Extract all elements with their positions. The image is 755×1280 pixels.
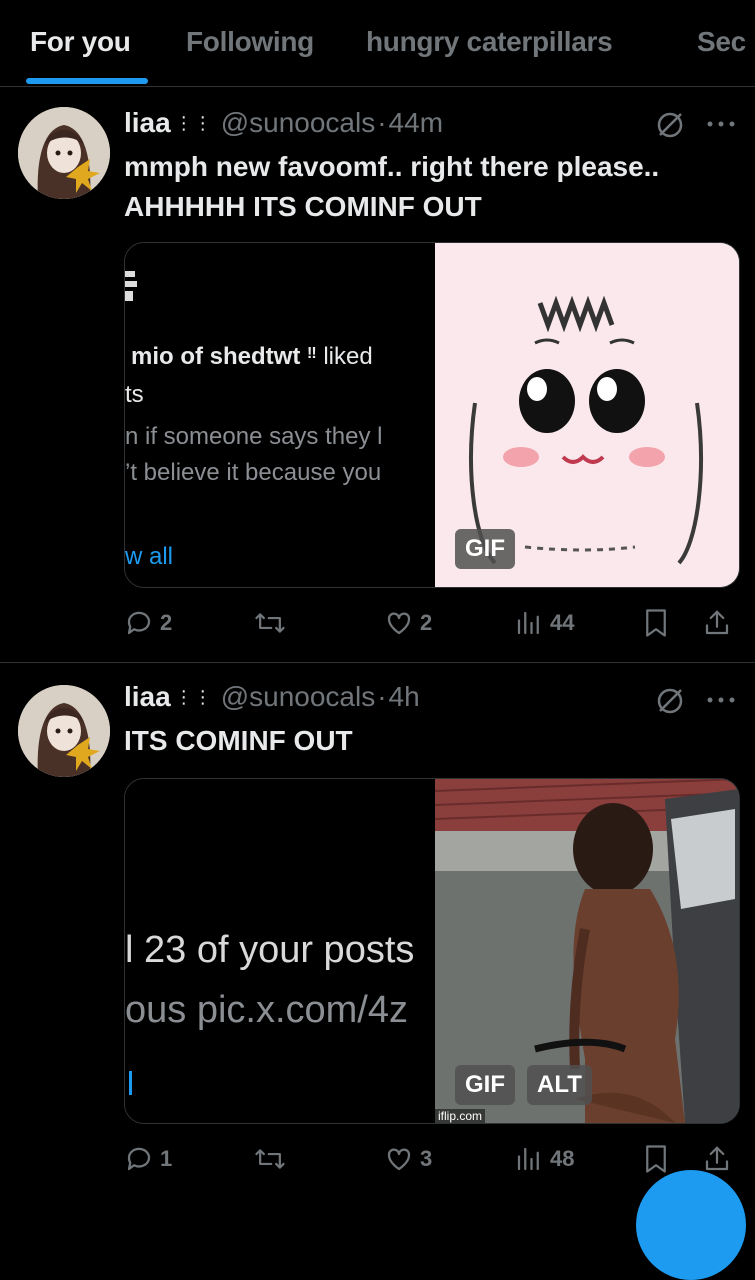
quoted-line-3: n if someone says they l [125, 423, 383, 450]
avatar[interactable] [18, 685, 110, 777]
tab-for-you[interactable]: For you [30, 26, 131, 58]
tweet-media[interactable]: l 23 of your posts ous pic.x.com/4z GIF … [124, 778, 740, 1124]
tab-hungry-caterpillars[interactable]: hungry caterpillars [366, 26, 613, 58]
reply-button[interactable]: 2 [124, 603, 172, 643]
share-icon [705, 610, 729, 635]
avatar[interactable] [18, 107, 110, 199]
bookmark-icon [646, 1145, 666, 1173]
quoted-line-2: ts [125, 381, 144, 408]
quoted-screenshot: mio of shedtwt ‼ liked ts n if someone s… [125, 243, 435, 587]
quoted-line-1: l 23 of your posts [125, 929, 415, 971]
avatar-image [18, 107, 110, 199]
views-button[interactable]: 48 [514, 1139, 574, 1179]
repost-button[interactable] [254, 603, 292, 643]
tweet-text: ITS COMINF OUT [124, 725, 353, 756]
view-count: 48 [550, 1146, 575, 1171]
tweet-media[interactable]: mio of shedtwt ‼ liked ts n if someone s… [124, 242, 740, 588]
quoted-username: mio of shedtwt [131, 343, 301, 370]
views-icon [517, 611, 539, 635]
tweet-actions: 2 2 44 [124, 603, 744, 643]
tweet-text: mmph new favoomf.. right there please.. … [124, 151, 660, 222]
bookmark-button[interactable] [642, 603, 676, 643]
views-icon [517, 1147, 539, 1171]
display-name[interactable]: liaa [124, 681, 171, 712]
quoted-link: w all [125, 543, 174, 570]
repost-icon [255, 613, 285, 633]
compose-button[interactable] [636, 1170, 746, 1280]
views-button[interactable]: 44 [514, 603, 574, 643]
more-options-icon[interactable] [706, 695, 736, 705]
like-button[interactable]: 2 [384, 603, 432, 643]
timestamp[interactable]: 44m [389, 107, 443, 138]
screenshot-fragment-icon [125, 271, 137, 301]
bookmark-icon [646, 609, 666, 637]
double-exclamation-icon: ‼ [307, 345, 317, 362]
tab-following[interactable]: Following [186, 26, 314, 58]
reply-count: 2 [160, 610, 173, 635]
gif-badge: GIF [455, 1065, 515, 1105]
like-count: 2 [420, 610, 433, 635]
share-icon [705, 1146, 729, 1171]
quoted-screenshot: l 23 of your posts ous pic.x.com/4z [125, 779, 435, 1123]
quoted-link-fragment [129, 1071, 132, 1095]
alt-badge[interactable]: ALT [527, 1065, 592, 1105]
profile-badge: ⋮⋮ [174, 687, 213, 707]
tweet[interactable]: liaa ⋮⋮ @sunoocals·4h ITS COMINF OUT l 23 … [0, 663, 755, 1200]
gif-preview[interactable]: GIF [435, 243, 739, 587]
profile-badge: ⋮⋮ [174, 113, 213, 133]
more-options-icon[interactable] [706, 119, 736, 129]
heart-icon [387, 1148, 411, 1171]
tweet[interactable]: liaa ⋮⋮ @sunoocals·44m mmph new favoomf.. … [0, 87, 755, 663]
handle[interactable]: @sunoocals [221, 681, 376, 712]
gif-badge: GIF [455, 529, 515, 569]
avatar-image [18, 685, 110, 777]
like-count: 3 [420, 1146, 433, 1171]
timeline-tabs: For you Following hungry caterpillars Se… [0, 0, 755, 87]
share-button[interactable] [702, 603, 738, 643]
grok-icon[interactable] [654, 685, 686, 717]
separator-dot: · [377, 107, 387, 138]
repost-icon [255, 1149, 285, 1169]
handle[interactable]: @sunoocals [221, 107, 376, 138]
reply-icon [127, 611, 151, 635]
like-button[interactable]: 3 [384, 1139, 432, 1179]
reply-count: 1 [160, 1146, 173, 1171]
tweet-header: liaa ⋮⋮ @sunoocals·4h [124, 681, 420, 721]
quoted-line-2: ous pic.x.com/4z [125, 989, 408, 1031]
separator-dot: · [377, 681, 387, 712]
gif-preview[interactable]: GIF ALT iflip.com [435, 779, 739, 1123]
view-count: 44 [550, 610, 575, 635]
reply-icon [127, 1147, 151, 1171]
tweet-header: liaa ⋮⋮ @sunoocals·44m [124, 107, 443, 147]
timestamp[interactable]: 4h [389, 681, 420, 712]
quoted-line-1: mio of shedtwt ‼ liked [131, 343, 373, 371]
grok-icon[interactable] [654, 109, 686, 141]
active-tab-indicator [26, 78, 148, 84]
quoted-liked: liked [323, 343, 373, 370]
tab-sec[interactable]: Sec [697, 26, 746, 58]
heart-icon [387, 612, 411, 635]
imgflip-watermark: iflip.com [435, 1109, 486, 1123]
reply-button[interactable]: 1 [124, 1139, 172, 1179]
tweet-actions: 1 3 48 [124, 1139, 744, 1179]
repost-button[interactable] [254, 1139, 292, 1179]
display-name[interactable]: liaa [124, 107, 171, 138]
quoted-line-4: ’t believe it because you [125, 459, 382, 486]
